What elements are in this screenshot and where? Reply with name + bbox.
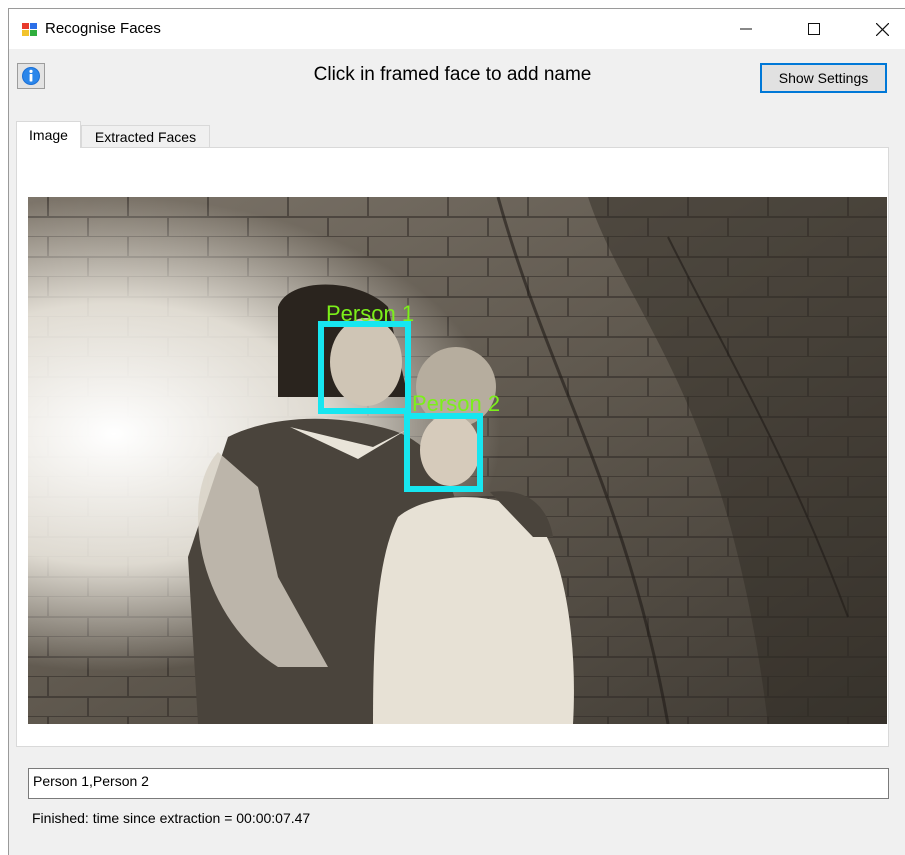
recognized-names-field[interactable]: Person 1,Person 2	[28, 768, 889, 799]
tab-extracted-faces[interactable]: Extracted Faces	[81, 125, 210, 148]
close-button[interactable]	[859, 9, 905, 49]
window-title: Recognise Faces	[45, 20, 161, 37]
app-icon	[22, 23, 37, 36]
close-icon	[875, 22, 889, 36]
minimize-icon	[740, 28, 752, 30]
photo-image	[28, 197, 887, 724]
maximize-button[interactable]	[791, 9, 837, 49]
face-label-person-2: Person 2	[412, 391, 500, 416]
title-bar[interactable]: Recognise Faces	[9, 9, 905, 49]
tab-image[interactable]: Image	[16, 121, 81, 148]
maximize-icon	[808, 23, 820, 35]
minimize-button[interactable]	[723, 9, 769, 49]
photo-canvas[interactable]: Person 1 Person 2	[28, 197, 887, 724]
status-text: Finished: time since extraction = 00:00:…	[32, 810, 311, 826]
show-settings-button[interactable]: Show Settings	[760, 63, 887, 93]
face-label-person-1: Person 1	[326, 301, 414, 326]
